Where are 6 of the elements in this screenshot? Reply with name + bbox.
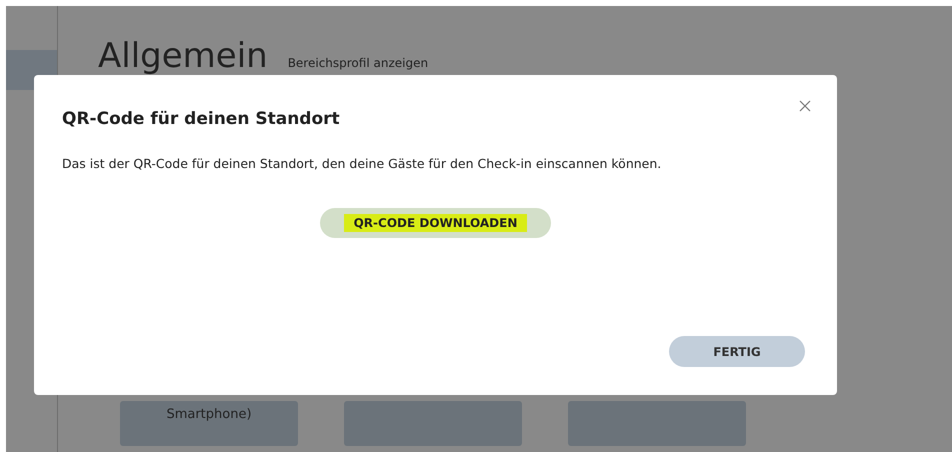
dialog-message: Das ist der QR-Code für deinen Standort, den deine Gäste für den Check-in einscannen können. — [62, 155, 662, 174]
done-button[interactable]: FERTIG — [669, 336, 805, 367]
download-button[interactable]: QR-CODE DOWNLOADEN — [320, 208, 552, 238]
profile-link[interactable]: Bereichsprofil anzeigen — [288, 54, 428, 72]
page-title: Allgemein — [98, 36, 268, 77]
dialog-title: QR-Code für deinen Standort — [62, 109, 341, 130]
